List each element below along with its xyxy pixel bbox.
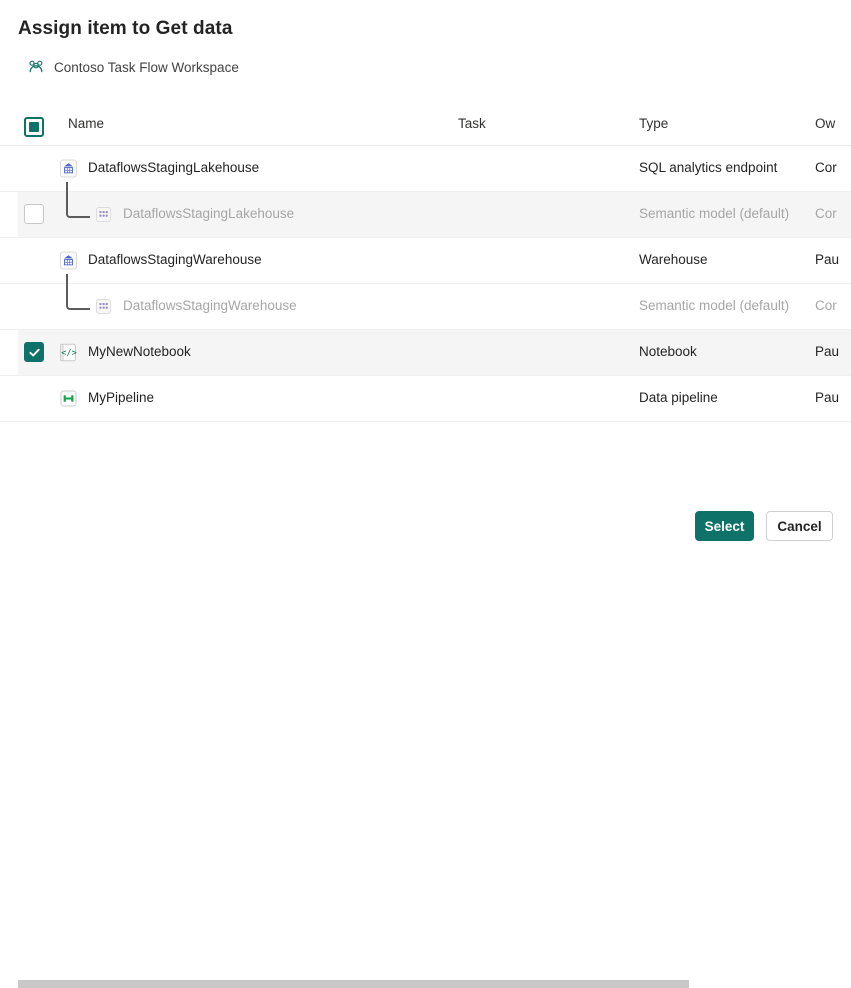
semantic-model-icon [93, 296, 114, 317]
item-name: DataflowsStagingWarehouse [123, 298, 297, 313]
cell-owner: Cor [815, 298, 837, 313]
column-header-task[interactable]: Task [458, 116, 486, 131]
items-table: Name Task Type Ow DataflowsStagingLakeho… [0, 104, 851, 422]
row-gutter [0, 284, 18, 329]
cell-type: SQL analytics endpoint [639, 160, 777, 175]
table-row[interactable]: MyPipeline Data pipeline Pau [0, 376, 851, 422]
column-header-name[interactable]: Name [68, 116, 104, 131]
horizontal-scrollbar-thumb[interactable] [18, 980, 689, 988]
cell-type: Warehouse [639, 252, 708, 267]
table-row[interactable]: </> MyNewNotebook Notebook Pau [0, 330, 851, 376]
dialog-title: Assign item to Get data [18, 18, 233, 40]
cancel-button[interactable]: Cancel [766, 511, 833, 541]
select-button[interactable]: Select [695, 511, 754, 541]
tree-connector-line [66, 274, 90, 310]
row-checkbox[interactable] [24, 342, 44, 362]
item-name: MyNewNotebook [88, 344, 191, 359]
table-row[interactable]: DataflowsStagingLakehouse SQL analytics e… [0, 146, 851, 192]
item-name: DataflowsStagingLakehouse [88, 160, 259, 175]
dialog-footer: Select Cancel [0, 508, 851, 553]
workspace-name: Contoso Task Flow Workspace [54, 60, 239, 75]
lakehouse-icon [58, 158, 79, 179]
item-name: DataflowsStagingWarehouse [88, 252, 262, 267]
column-header-type[interactable]: Type [639, 116, 668, 131]
cell-owner: Cor [815, 160, 837, 175]
cell-owner: Pau [815, 344, 839, 359]
table-row[interactable]: DataflowsStagingLakehouse Semantic model … [0, 192, 851, 238]
row-gutter [0, 376, 18, 421]
warehouse-icon [58, 250, 79, 271]
data-pipeline-icon [58, 388, 79, 409]
select-all-checkbox[interactable] [24, 117, 44, 137]
cell-type: Semantic model (default) [639, 206, 789, 221]
cell-owner: Pau [815, 390, 839, 405]
tree-connector-line [66, 182, 90, 218]
people-group-icon [27, 58, 45, 76]
cell-type: Data pipeline [639, 390, 718, 405]
cell-type: Notebook [639, 344, 697, 359]
row-checkbox[interactable] [24, 204, 44, 224]
workspace-breadcrumb: Contoso Task Flow Workspace [27, 58, 239, 76]
table-header-row: Name Task Type Ow [0, 104, 851, 146]
column-header-owner[interactable]: Ow [815, 116, 835, 131]
item-name: DataflowsStagingLakehouse [123, 206, 294, 221]
row-gutter [0, 146, 18, 191]
semantic-model-icon [93, 204, 114, 225]
row-gutter [0, 330, 18, 375]
cell-owner: Cor [815, 206, 837, 221]
svg-text:</>: </> [61, 348, 77, 358]
table-row[interactable]: DataflowsStagingWarehouse Warehouse Pau [0, 238, 851, 284]
item-name: MyPipeline [88, 390, 154, 405]
cell-owner: Pau [815, 252, 839, 267]
cell-type: Semantic model (default) [639, 298, 789, 313]
row-gutter [0, 238, 18, 283]
notebook-icon: </> [58, 342, 79, 363]
row-gutter [0, 192, 18, 237]
horizontal-scrollbar-track[interactable] [0, 489, 851, 500]
table-row[interactable]: DataflowsStagingWarehouse Semantic model … [0, 284, 851, 330]
